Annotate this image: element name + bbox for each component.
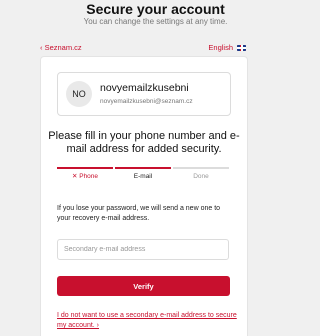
top-bar: ‹ Seznam.cz English [40,42,246,54]
language-selector[interactable]: English [208,42,246,54]
avatar: NO [66,81,92,107]
skip-secondary-email-link[interactable]: I do not want to use a secondary e-mail … [57,311,247,331]
page-subtitle: You can change the settings at any time. [83,17,228,26]
info-text: If you lose your password, we will send … [57,205,221,222]
uk-flag-icon [237,45,246,51]
step-done: Done [173,167,229,185]
account-email: novyemailzkusebni@seznam.cz [100,98,193,105]
security-card: NO novyemailzkusebni novyemailzkusebni@s… [40,56,248,336]
step-phone: ✕ Phone [57,167,113,185]
step-phone-label: Phone [79,173,99,180]
cross-icon: ✕ [71,173,78,180]
step-phone-bar [57,167,113,169]
step-email: E-mail [115,167,171,185]
account-name: novyemailzkusebni [100,82,189,94]
step-done-bar [173,167,229,169]
step-done-label: Done [193,173,209,180]
page: Secure your account You can change the s… [0,0,311,336]
page-title: Secure your account [86,1,225,17]
verify-button[interactable]: Verify [57,276,230,296]
secondary-email-input[interactable] [57,239,229,260]
account-box: NO novyemailzkusebni novyemailzkusebni@s… [57,72,231,116]
step-email-bar [115,167,171,169]
back-to-seznam-link[interactable]: ‹ Seznam.cz [40,42,82,54]
language-label: English [208,43,233,52]
step-email-label: E-mail [133,173,153,180]
lead-text: Please fill in your phone number and e-m… [48,130,240,155]
progress-steps: ✕ Phone E-mail Done [57,167,231,185]
